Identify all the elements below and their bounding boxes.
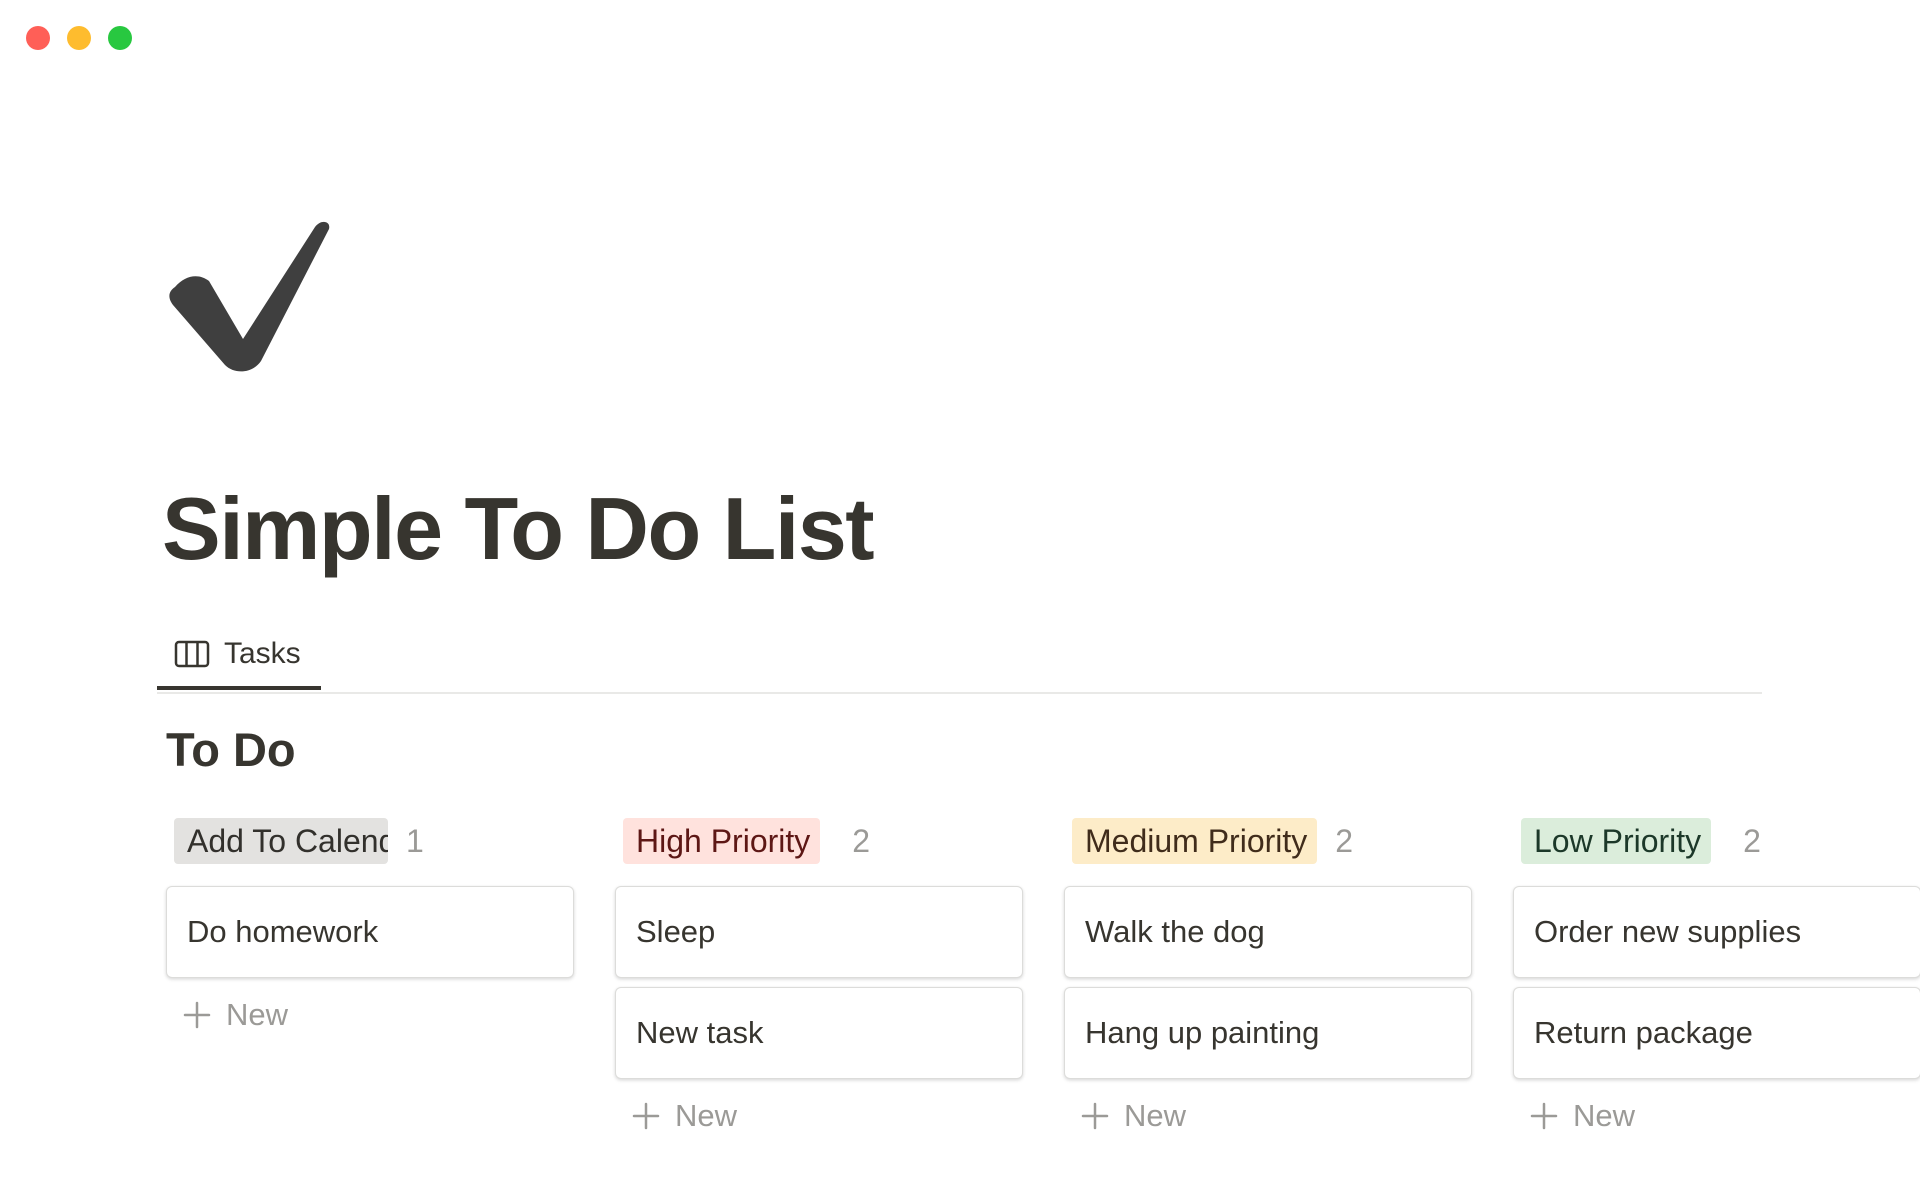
add-new-card-button[interactable]: New [615, 1079, 1023, 1153]
add-new-label: New [1573, 1098, 1636, 1133]
board-title: To Do [166, 723, 296, 776]
column-tag[interactable]: Low Priority [1521, 818, 1712, 864]
minimize-window-button[interactable] [67, 26, 91, 50]
plus-icon [631, 1101, 661, 1131]
task-card[interactable]: Hang up painting [1064, 987, 1472, 1079]
column-tag[interactable]: Medium Priority [1072, 818, 1318, 864]
column-header: Medium Priority 2 [1064, 818, 1472, 864]
card-list: Walk the dog Hang up painting [1064, 886, 1472, 1079]
task-card-title: Return package [1534, 1015, 1753, 1050]
column-header: High Priority 2 [615, 818, 1023, 864]
column-tag[interactable]: High Priority [623, 818, 821, 864]
card-list: Sleep New task [615, 886, 1023, 1079]
board-column-medium-priority: Medium Priority 2 Walk the dog Hang up p… [1064, 818, 1472, 1153]
app-window: Simple To Do List Tasks To Do Add To Cal… [0, 0, 1920, 1200]
view-tabs: Tasks [157, 622, 1762, 694]
column-count: 2 [852, 822, 871, 859]
column-count: 1 [406, 822, 424, 859]
board-column-high-priority: High Priority 2 Sleep New task New [615, 818, 1023, 1153]
add-new-label: New [1124, 1098, 1187, 1133]
add-new-card-button[interactable]: New [166, 978, 574, 1052]
plus-icon [1080, 1101, 1110, 1131]
page-title: Simple To Do List [162, 479, 875, 578]
board-column-add-to-calendar: Add To Calendar 1 Do homework New [166, 818, 574, 1052]
column-count: 2 [1335, 822, 1354, 859]
tab-tasks[interactable]: Tasks [157, 622, 321, 690]
task-card[interactable]: Return package [1513, 987, 1920, 1079]
add-new-label: New [226, 997, 289, 1032]
plus-icon [1529, 1101, 1559, 1131]
add-new-card-button[interactable]: New [1064, 1079, 1472, 1153]
task-card[interactable]: Do homework [166, 886, 574, 978]
task-card-title: Walk the dog [1085, 914, 1265, 949]
task-card-title: Do homework [187, 914, 379, 949]
board-column-low-priority: Low Priority 2 Order new supplies Return… [1513, 818, 1920, 1153]
task-card[interactable]: Walk the dog [1064, 886, 1472, 978]
card-list: Do homework [166, 886, 574, 978]
close-window-button[interactable] [26, 26, 50, 50]
card-list: Order new supplies Return package [1513, 886, 1920, 1079]
column-header: Low Priority 2 [1513, 818, 1920, 864]
task-card[interactable]: New task [615, 987, 1023, 1079]
task-card-title: Sleep [636, 914, 716, 949]
column-tag[interactable]: Add To Calendar [174, 818, 388, 864]
maximize-window-button[interactable] [108, 26, 132, 50]
board-view-icon [174, 640, 210, 668]
column-count: 2 [1743, 822, 1761, 859]
add-new-card-button[interactable]: New [1513, 1079, 1920, 1153]
window-controls [26, 26, 132, 50]
task-card-title: Hang up painting [1085, 1015, 1320, 1050]
task-card-title: Order new supplies [1534, 914, 1802, 949]
task-card[interactable]: Sleep [615, 886, 1023, 978]
checkmark-icon[interactable] [165, 215, 335, 375]
task-card-title: New task [636, 1015, 764, 1050]
tab-tasks-label: Tasks [224, 637, 301, 670]
plus-icon [182, 1000, 212, 1030]
add-new-label: New [675, 1098, 738, 1133]
task-card[interactable]: Order new supplies [1513, 886, 1920, 978]
column-header: Add To Calendar 1 [166, 818, 574, 864]
